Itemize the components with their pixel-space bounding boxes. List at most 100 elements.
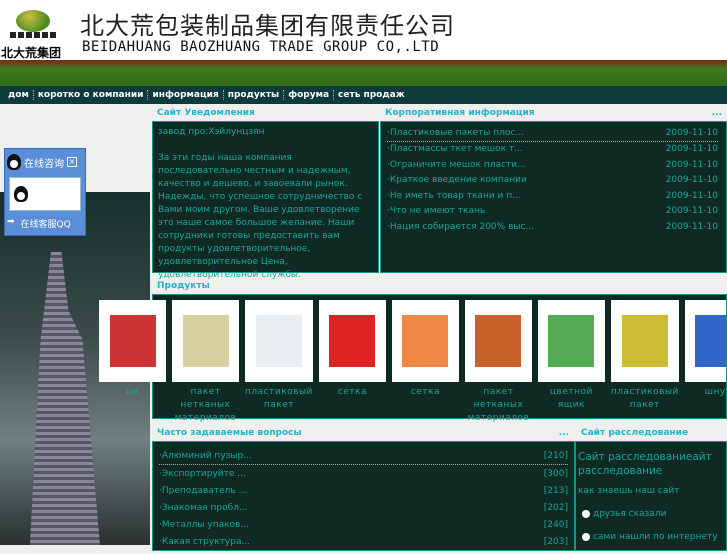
news-date: 2009-11-10: [665, 206, 718, 217]
survey-title: Сайт расследование: [581, 428, 689, 438]
news-date: 2009-11-10: [665, 159, 718, 170]
faq-question[interactable]: ·Какая структура...: [159, 537, 250, 547]
qq-service-link[interactable]: ➡ 在线客服QQ: [5, 213, 85, 234]
news-title[interactable]: ·Не иметь товар ткани и п...: [387, 191, 521, 201]
product-item[interactable]: шнур: [684, 300, 726, 425]
news-date: 2009-11-10: [665, 190, 718, 201]
nav-about[interactable]: коротко о компании: [34, 90, 149, 100]
news-title[interactable]: ·Краткое введение компании: [387, 175, 527, 185]
faq-question[interactable]: ·Знакомая пробл...: [159, 503, 248, 513]
products-box: ци пакет нетканых материалов пластиковый п…: [99, 294, 727, 423]
faq-count: [203]: [543, 536, 568, 547]
qq-penguin-icon: [14, 186, 28, 202]
radio-button[interactable]: [582, 533, 590, 541]
product-item[interactable]: пакет нетканых материалов: [464, 300, 532, 425]
product-item[interactable]: пластиковый пакет: [245, 300, 313, 425]
qq-service-label: 在线客服QQ: [20, 220, 71, 230]
nav-home[interactable]: дом: [4, 90, 34, 100]
header: 北大荒集团 北大荒包装制品集团有限责任公司 BEIDAHUANG BAOZHUA…: [0, 0, 727, 62]
product-image[interactable]: [172, 300, 239, 382]
products-title: Продукты: [157, 281, 210, 291]
option-label: сами нашли по интернету: [593, 532, 718, 542]
qq-contact[interactable]: [9, 177, 81, 211]
product-name[interactable]: пластиковый пакет: [611, 386, 679, 412]
company-title-en: BEIDAHUANG BAOZHUANG TRADE GROUP CO,.LTD: [82, 39, 440, 55]
close-icon[interactable]: ×: [67, 157, 77, 167]
main-nav: дом коротко о компании информация продук…: [0, 86, 727, 104]
logo-text: 北大荒集团: [1, 46, 62, 60]
faq-question[interactable]: ·Металлы упаков...: [159, 520, 249, 530]
option-label: друзья сказали: [593, 509, 667, 519]
arrow-right-icon: ➡: [7, 217, 15, 227]
radio-button[interactable]: [582, 510, 590, 518]
faq-more-link[interactable]: ...: [559, 428, 569, 438]
product-image[interactable]: [537, 300, 605, 382]
news-item[interactable]: ·Пластиковые пакеты плос... 2009-11-10: [387, 126, 718, 142]
news-item[interactable]: ·Не иметь товар ткани и п... 2009-11-10: [387, 188, 718, 204]
product-name[interactable]: шнур: [685, 386, 726, 399]
products-header: Продукты: [152, 278, 727, 294]
faq-box: ·Алюминий пузыр... [210] ·Экспортируйте ..…: [152, 441, 575, 551]
news-title[interactable]: ·Нация собирается 200% выс...: [387, 222, 534, 232]
nav-products[interactable]: продукты: [224, 90, 285, 100]
faq-title: Часто задаваемые вопросы: [157, 428, 302, 438]
product-image[interactable]: [684, 300, 726, 382]
faq-question[interactable]: ·Преподаватель ...: [159, 486, 247, 496]
faq-item[interactable]: ·Знакомая пробл... [202]: [159, 499, 568, 516]
company-title-cn: 北大荒包装制品集团有限责任公司: [80, 12, 455, 40]
nav-info[interactable]: информация: [148, 90, 224, 100]
news-item[interactable]: ·Пластмассы ткет мешок т... 2009-11-10: [387, 142, 718, 158]
survey-option-friends[interactable]: друзья сказали: [582, 509, 724, 519]
logo[interactable]: 北大荒集团: [1, 6, 64, 60]
product-name[interactable]: сетка: [392, 386, 459, 399]
product-item[interactable]: сетка: [318, 300, 386, 425]
news-item[interactable]: ·Краткое введение компании 2009-11-10: [387, 173, 718, 189]
corp-more-link[interactable]: ...: [712, 108, 722, 118]
product-image[interactable]: [391, 300, 459, 382]
product-name[interactable]: пакет нетканых материалов: [465, 386, 532, 425]
product-image[interactable]: [318, 300, 386, 382]
product-item[interactable]: сетка: [391, 300, 459, 425]
news-date: 2009-11-10: [665, 175, 718, 186]
product-item[interactable]: цветной ящик: [537, 300, 605, 425]
product-item[interactable]: ци: [99, 300, 166, 425]
product-item[interactable]: пластиковый пакет: [610, 300, 679, 425]
product-image[interactable]: [464, 300, 532, 382]
news-date: 2009-11-10: [665, 221, 718, 232]
survey-box: Сайт расследованиеайт расследование как …: [575, 441, 727, 551]
product-image[interactable]: [99, 300, 166, 382]
product-name[interactable]: цветной ящик: [538, 386, 605, 412]
news-item[interactable]: ·Ограничите мешок пласти... 2009-11-10: [387, 157, 718, 173]
product-name[interactable]: ци: [99, 386, 166, 399]
notice-box: завод про:Хэйлунцзян За эти годы наша ком…: [152, 121, 379, 280]
news-title[interactable]: ·Что не имеют ткань: [387, 206, 485, 216]
qq-widget: 在线咨询 × ➡ 在线客服QQ: [4, 148, 86, 236]
news-item[interactable]: ·Что не имеют ткань 2009-11-10: [387, 204, 718, 220]
faq-count: [213]: [543, 485, 568, 496]
product-name[interactable]: пластиковый пакет: [245, 386, 313, 412]
corp-box: ·Пластиковые пакеты плос... 2009-11-10 ·Пл…: [380, 121, 727, 273]
product-name[interactable]: сетка: [319, 386, 386, 399]
notice-line1: завод про:Хэйлунцзян: [158, 127, 265, 137]
product-item[interactable]: пакет нетканых материалов: [172, 300, 239, 425]
corp-header: Корпоративная информация...: [380, 105, 727, 121]
product-image[interactable]: [245, 300, 313, 382]
nav-forum[interactable]: форума: [284, 90, 335, 100]
product-image[interactable]: [610, 300, 679, 382]
faq-question[interactable]: ·Алюминий пузыр...: [159, 451, 252, 461]
faq-item[interactable]: ·Преподаватель ... [213]: [159, 482, 568, 499]
survey-option-internet[interactable]: сами нашли по интернету: [582, 532, 724, 542]
news-title[interactable]: ·Ограничите мешок пласти...: [387, 160, 526, 170]
faq-question[interactable]: ·Экспортируйте ...: [159, 469, 246, 479]
news-date: 2009-11-10: [665, 144, 718, 155]
news-title[interactable]: ·Пластиковые пакеты плос...: [387, 128, 524, 138]
faq-item[interactable]: ·Экспортируйте ... [300]: [159, 465, 568, 482]
news-date: 2009-11-10: [665, 128, 718, 139]
product-name[interactable]: пакет нетканых материалов: [172, 386, 239, 425]
nav-sales[interactable]: сеть продаж: [334, 90, 409, 100]
faq-item[interactable]: ·Какая структура... [203]: [159, 533, 568, 550]
faq-item[interactable]: ·Алюминий пузыр... [210]: [159, 448, 568, 465]
faq-item[interactable]: ·Металлы упаков... [240]: [159, 516, 568, 533]
news-title[interactable]: ·Пластмассы ткет мешок т...: [387, 144, 523, 154]
news-item[interactable]: ·Нация собирается 200% выс... 2009-11-10: [387, 219, 718, 235]
